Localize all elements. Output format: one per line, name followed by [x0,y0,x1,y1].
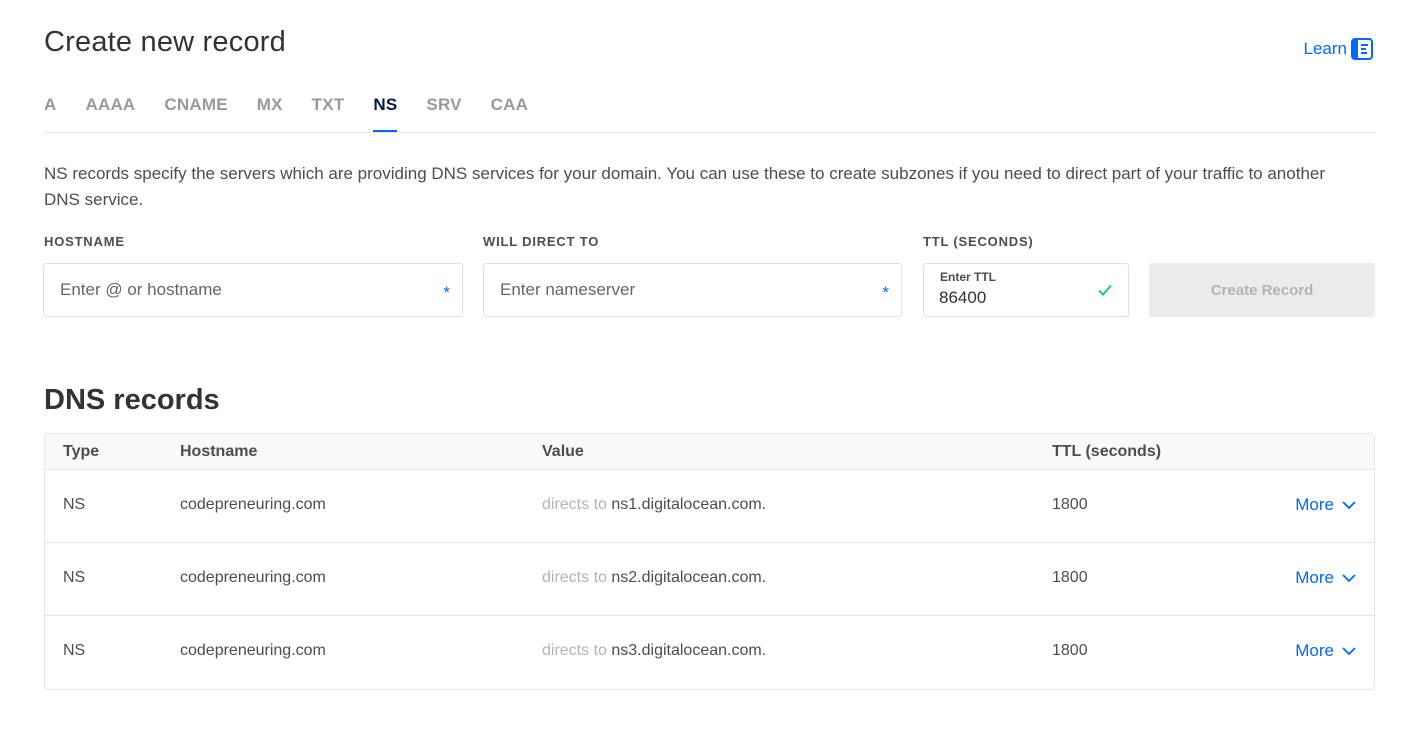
tab-ns[interactable]: NS [373,90,398,132]
learn-label: Learn [1303,39,1347,58]
dns-records-table: Type Hostname Value TTL (seconds) NS cod… [44,433,1375,690]
record-value-text: ns3.digitalocean.com. [611,642,767,659]
table-row: NS codepreneuring.com directs to ns2.dig… [45,543,1374,616]
check-icon [1098,283,1112,301]
record-type: NS [63,642,86,659]
record-type: NS [63,496,86,513]
record-value-text: ns2.digitalocean.com. [611,569,767,586]
more-button[interactable]: More [1295,568,1356,588]
record-description: NS records specify the servers which are… [44,164,1326,209]
required-asterisk: * [882,283,889,302]
ttl-mini-label: Enter TTL [940,270,996,284]
table-row: NS codepreneuring.com directs to ns3.dig… [45,616,1374,689]
tab-caa[interactable]: CAA [491,90,528,132]
record-hostname: codepreneuring.com [180,496,326,513]
record-ttl: 1800 [1052,496,1088,513]
required-asterisk: * [443,283,450,302]
ttl-field[interactable]: Enter TTL 86400 [923,263,1129,317]
table-header: Type Hostname Value TTL (seconds) [45,434,1374,470]
tab-a[interactable]: A [44,90,56,132]
more-label: More [1295,568,1334,587]
more-label: More [1295,495,1334,514]
hostname-field-wrapper: * [43,263,463,317]
tab-mx[interactable]: MX [257,90,283,132]
book-icon [1351,38,1373,60]
create-record-button[interactable]: Create Record [1149,263,1375,317]
record-type: NS [63,569,86,586]
column-header-type: Type [63,443,100,460]
record-hostname: codepreneuring.com [180,642,326,659]
directs-to-prefix: directs to [542,569,607,586]
record-hostname: codepreneuring.com [180,569,326,586]
record-value: directs to ns2.digitalocean.com. [542,569,766,587]
record-value: directs to ns1.digitalocean.com. [542,496,766,514]
directs-to-prefix: directs to [542,642,607,659]
chevron-down-icon [1342,646,1356,655]
tab-txt[interactable]: TXT [312,90,345,132]
more-button[interactable]: More [1295,495,1356,515]
column-header-value: Value [542,443,584,460]
more-label: More [1295,641,1334,660]
tab-cname[interactable]: CNAME [164,90,227,132]
learn-link[interactable]: Learn [1304,38,1373,60]
record-ttl: 1800 [1052,642,1088,659]
hostname-label: HOSTNAME [44,234,125,249]
page-title: Create new record [44,26,286,58]
more-button[interactable]: More [1295,641,1356,661]
nameserver-input[interactable] [484,264,901,316]
table-row: NS codepreneuring.com directs to ns1.dig… [45,470,1374,543]
chevron-down-icon [1342,573,1356,582]
ttl-input[interactable]: 86400 [939,288,986,308]
tab-srv[interactable]: SRV [426,90,461,132]
direct-to-field-wrapper: * [483,263,902,317]
record-ttl: 1800 [1052,569,1088,586]
ttl-label: TTL (SECONDS) [923,234,1034,249]
record-type-tabs: A AAAA CNAME MX TXT NS SRV CAA [44,90,1375,133]
column-header-ttl: TTL (seconds) [1052,443,1162,460]
record-value: directs to ns3.digitalocean.com. [542,642,766,660]
tab-aaaa[interactable]: AAAA [85,90,135,132]
hostname-input[interactable] [44,264,462,316]
column-header-hostname: Hostname [180,443,258,460]
dns-records-title: DNS records [44,384,220,416]
record-value-text: ns1.digitalocean.com. [611,496,767,513]
direct-to-label: WILL DIRECT TO [483,234,600,249]
directs-to-prefix: directs to [542,496,607,513]
chevron-down-icon [1342,500,1356,509]
